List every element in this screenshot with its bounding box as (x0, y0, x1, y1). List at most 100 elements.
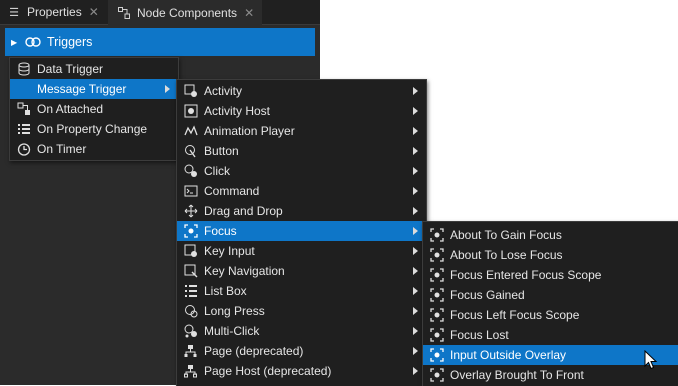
activity-icon (182, 83, 200, 99)
menu-item-long-press[interactable]: Long Press (177, 301, 426, 321)
menu-item-label: About To Gain Focus (450, 228, 562, 242)
menu-item-multi-click[interactable]: Multi-Click (177, 321, 426, 341)
menu-item-label: Overlay Brought To Front (450, 368, 584, 382)
menu-item-focus[interactable]: Focus (177, 221, 426, 241)
menu-item-about-to-gain-focus[interactable]: About To Gain Focus (423, 225, 678, 245)
menu-item-label: On Attached (37, 102, 104, 116)
tree-item-triggers[interactable]: ▶ Triggers (5, 28, 315, 56)
menu-item-click[interactable]: Click (177, 161, 426, 181)
submenu-arrow-icon (413, 347, 418, 355)
focus-icon (428, 367, 446, 383)
menu-item-label: Activity (204, 84, 243, 98)
focus-icon (428, 267, 446, 283)
menu-item-overlay-brought-to-front[interactable]: Overlay Brought To Front (423, 365, 678, 385)
menu-item-on-timer[interactable]: On Timer (10, 139, 178, 159)
node-components-icon (116, 6, 132, 19)
tab-label: Node Components (137, 5, 238, 20)
menu-item-label: Command (204, 184, 260, 198)
menu-item-label: On Timer (37, 142, 87, 156)
tab-properties[interactable]: ☰ Properties ✕ (6, 0, 99, 24)
focus-icon (428, 307, 446, 323)
menu-item-focus-left-focus-scope[interactable]: Focus Left Focus Scope (423, 305, 678, 325)
focus-icon (428, 287, 446, 303)
menu-item-label: Focus Left Focus Scope (450, 308, 580, 322)
menu-item-list-box[interactable]: List Box (177, 281, 426, 301)
menu-item-page-host[interactable]: Page Host (deprecated) (177, 361, 426, 381)
menu-item-on-property-change[interactable]: On Property Change (10, 119, 178, 139)
menu-item-activity-host[interactable]: Activity Host (177, 101, 426, 121)
close-icon[interactable]: ✕ (89, 5, 99, 19)
submenu-arrow-icon (413, 107, 418, 115)
menu-item-label: Page (deprecated) (204, 344, 304, 358)
attach-icon (15, 101, 33, 117)
submenu-arrow-icon (413, 267, 418, 275)
activity-host-icon (182, 103, 200, 119)
submenu-arrow-icon (413, 207, 418, 215)
menu-item-animation-player[interactable]: Animation Player (177, 121, 426, 141)
submenu-arrow-icon (413, 187, 418, 195)
command-icon (182, 183, 200, 199)
menu-item-label: Focus (204, 224, 237, 238)
click-icon (182, 163, 200, 179)
menu-item-label: Focus Lost (450, 328, 509, 342)
submenu-arrow-icon (413, 147, 418, 155)
menu-item-focus-lost[interactable]: Focus Lost (423, 325, 678, 345)
message-icon (15, 81, 33, 97)
page-host-icon (182, 363, 200, 379)
message-trigger-submenu: Activity Activity Host Animation Player … (176, 79, 427, 386)
menu-item-key-navigation[interactable]: Key Navigation (177, 261, 426, 281)
menu-item-drag-and-drop[interactable]: Drag and Drop (177, 201, 426, 221)
animation-icon (182, 123, 200, 139)
menu-item-label: Activity Host (204, 104, 271, 118)
submenu-arrow-icon (413, 327, 418, 335)
property-list-icon (15, 121, 33, 137)
button-icon (182, 143, 200, 159)
key-navigation-icon (182, 263, 200, 279)
menu-item-label: Multi-Click (204, 324, 260, 338)
tab-label: Properties (27, 5, 82, 19)
menu-item-button[interactable]: Button (177, 141, 426, 161)
menu-item-about-to-lose-focus[interactable]: About To Lose Focus (423, 245, 678, 265)
focus-icon (428, 347, 446, 363)
menu-item-label: On Property Change (37, 122, 148, 136)
menu-item-label: List Box (204, 284, 247, 298)
menu-item-input-outside-overlay[interactable]: Input Outside Overlay (423, 345, 678, 365)
focus-icon (182, 223, 200, 239)
menu-item-command[interactable]: Command (177, 181, 426, 201)
submenu-arrow-icon (165, 85, 170, 93)
focus-icon (428, 227, 446, 243)
menu-item-key-input[interactable]: Key Input (177, 241, 426, 261)
menu-item-label: Message Trigger (37, 82, 127, 96)
database-icon (15, 61, 33, 77)
menu-item-label: Drag and Drop (204, 204, 283, 218)
menu-item-label: Button (204, 144, 239, 158)
multi-click-icon (182, 323, 200, 339)
tree-item-label: Triggers (47, 35, 93, 49)
drag-drop-icon (182, 203, 200, 219)
menu-item-data-trigger[interactable]: Data Trigger (10, 59, 178, 79)
submenu-arrow-icon (413, 367, 418, 375)
menu-item-label: Input Outside Overlay (450, 348, 567, 362)
mouse-pointer-icon (644, 350, 658, 370)
submenu-arrow-icon (413, 227, 418, 235)
focus-icon (428, 247, 446, 263)
menu-item-page[interactable]: Page (deprecated) (177, 341, 426, 361)
menu-item-focus-entered-focus-scope[interactable]: Focus Entered Focus Scope (423, 265, 678, 285)
menu-item-on-attached[interactable]: On Attached (10, 99, 178, 119)
menu-item-label: Key Navigation (204, 264, 285, 278)
menu-item-activity[interactable]: Activity (177, 81, 426, 101)
menu-item-label: Key Input (204, 244, 255, 258)
menu-item-label: About To Lose Focus (450, 248, 563, 262)
menu-item-message-trigger[interactable]: Message Trigger (10, 79, 178, 99)
expand-arrow-icon[interactable]: ▶ (11, 38, 17, 47)
submenu-arrow-icon (413, 87, 418, 95)
tab-node-components[interactable]: Node Components ✕ (108, 0, 263, 25)
submenu-arrow-icon (413, 287, 418, 295)
menu-item-focus-gained[interactable]: Focus Gained (423, 285, 678, 305)
menu-item-label: Click (204, 164, 230, 178)
focus-submenu: About To Gain Focus About To Lose Focus … (422, 221, 678, 386)
key-input-icon (182, 243, 200, 259)
close-icon[interactable]: ✕ (244, 6, 254, 20)
menu-item-label: Page Host (deprecated) (204, 364, 332, 378)
page-icon (182, 343, 200, 359)
